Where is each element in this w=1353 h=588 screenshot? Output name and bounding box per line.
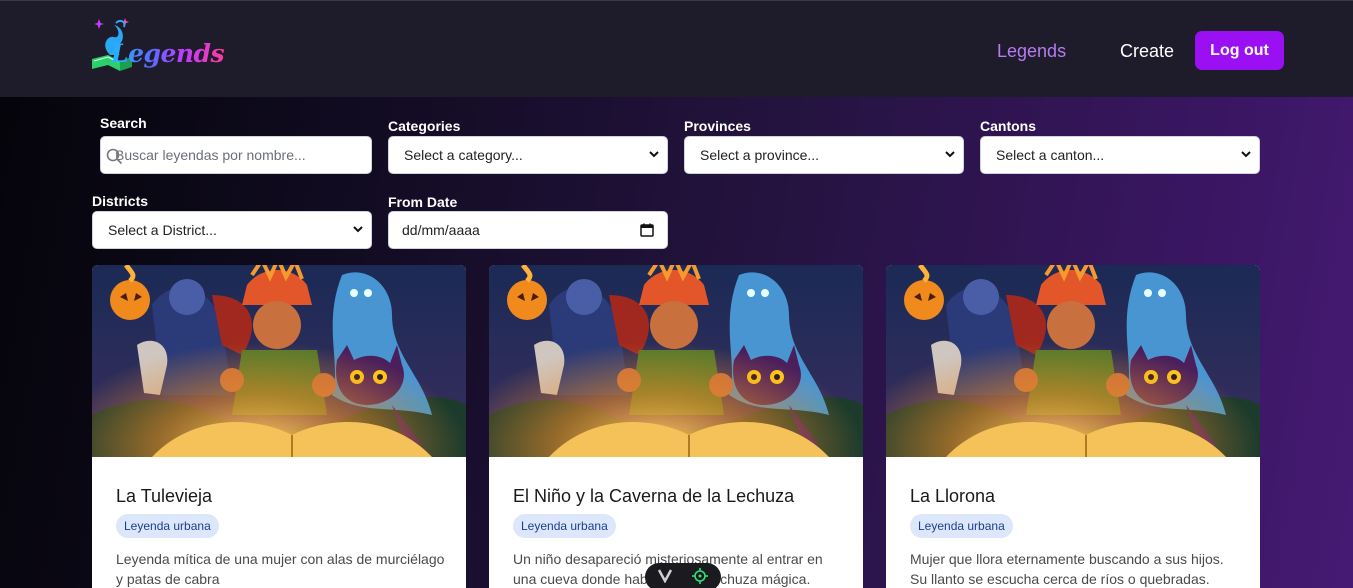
legend-card[interactable]: La Tulevieja Leyenda urbana Leyenda míti… — [92, 265, 466, 588]
legend-artwork-image — [886, 265, 1260, 457]
toolbar-v-icon[interactable] — [657, 569, 673, 583]
categories-label: Categories — [388, 118, 461, 134]
chevron-down-icon — [945, 151, 955, 158]
cantons-label: Cantons — [980, 118, 1036, 134]
from-date-label: From Date — [388, 194, 458, 210]
categories-select[interactable]: Select a category... — [388, 136, 668, 174]
card-description: Leyenda mítica de una mujer con alas de … — [116, 551, 445, 587]
top-navbar: Legends Legends Create Log out — [0, 0, 1353, 97]
districts-selected: Select a District... — [108, 222, 217, 238]
card-description: Mujer que llora eternamente buscando a s… — [910, 551, 1224, 587]
search-icon — [106, 148, 123, 165]
card-title: El Niño y la Caverna de la Lechuza — [513, 486, 795, 506]
cantons-select[interactable]: Select a canton... — [980, 136, 1260, 174]
cantons-selected: Select a canton... — [996, 147, 1105, 163]
legend-card[interactable]: El Niño y la Caverna de la Lechuza Leyen… — [489, 265, 863, 588]
category-badge: Leyenda urbana — [116, 514, 219, 538]
target-icon[interactable] — [692, 568, 708, 584]
chevron-down-icon — [1241, 151, 1251, 158]
chevron-down-icon — [649, 151, 659, 158]
calendar-icon[interactable] — [640, 223, 654, 237]
search-placeholder: Buscar leyendas por nombre... — [115, 147, 306, 163]
chevron-down-icon — [353, 226, 363, 233]
card-title: La Tulevieja — [116, 486, 213, 506]
search-input[interactable]: Buscar leyendas por nombre... — [100, 136, 372, 174]
nav-link-legends[interactable]: Legends — [997, 41, 1066, 62]
legend-card[interactable]: La Llorona Leyenda urbana Mujer que llor… — [886, 265, 1260, 588]
logo-text[interactable]: Legends — [111, 39, 225, 68]
legend-artwork-image — [92, 265, 466, 457]
from-date-placeholder: dd/mm/aaaa — [402, 222, 480, 238]
districts-label: Districts — [92, 193, 149, 209]
from-date-input[interactable]: dd/mm/aaaa — [388, 211, 668, 249]
districts-select[interactable]: Select a District... — [92, 211, 372, 249]
categories-selected: Select a category... — [404, 147, 523, 163]
category-badge: Leyenda urbana — [910, 514, 1013, 538]
provinces-label: Provinces — [684, 118, 751, 134]
legend-artwork-image — [489, 265, 863, 457]
provinces-select[interactable]: Select a province... — [684, 136, 964, 174]
provinces-selected: Select a province... — [700, 147, 820, 163]
nav-link-create[interactable]: Create — [1120, 41, 1174, 62]
category-badge: Leyenda urbana — [513, 514, 616, 538]
card-title: La Llorona — [910, 486, 996, 506]
logout-button[interactable]: Log out — [1195, 31, 1284, 70]
search-label: Search — [100, 115, 147, 131]
floating-toolbar — [645, 563, 721, 588]
